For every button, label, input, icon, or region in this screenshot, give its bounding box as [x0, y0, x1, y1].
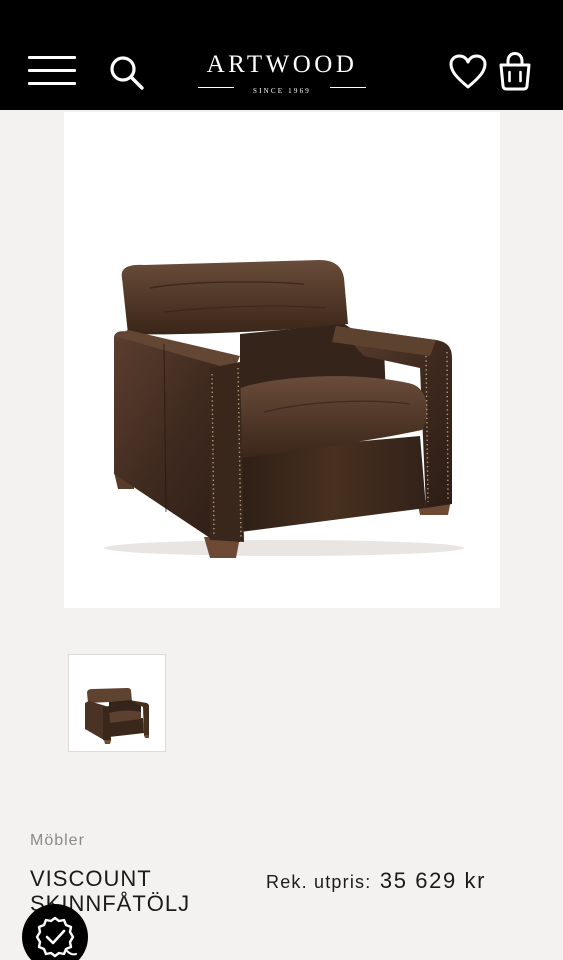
- brand-since: SINCE 1969: [253, 87, 311, 95]
- price-value: 35 629 kr: [379, 868, 487, 893]
- shopping-bag-icon[interactable]: [496, 50, 534, 92]
- menu-icon[interactable]: [28, 56, 76, 88]
- verified-check-badge-icon: [35, 916, 77, 958]
- leather-armchair-thumbnail: [85, 688, 149, 744]
- floating-badge[interactable]: [22, 904, 88, 960]
- search-icon[interactable]: [108, 54, 146, 92]
- price-label: Rek. utpris:: [266, 872, 372, 892]
- product-main-image[interactable]: [64, 112, 500, 608]
- heart-icon[interactable]: [448, 53, 488, 91]
- product-thumbnail[interactable]: [68, 654, 166, 752]
- price-row: Rek. utpris: 35 629 kr: [266, 868, 486, 894]
- top-header: ARTWOOD SINCE 1969: [0, 0, 563, 110]
- product-category[interactable]: Möbler: [30, 832, 85, 850]
- brand-name: ARTWOOD: [206, 51, 358, 78]
- brand-logo[interactable]: ARTWOOD SINCE 1969: [190, 51, 374, 95]
- leather-armchair-image: [104, 260, 464, 558]
